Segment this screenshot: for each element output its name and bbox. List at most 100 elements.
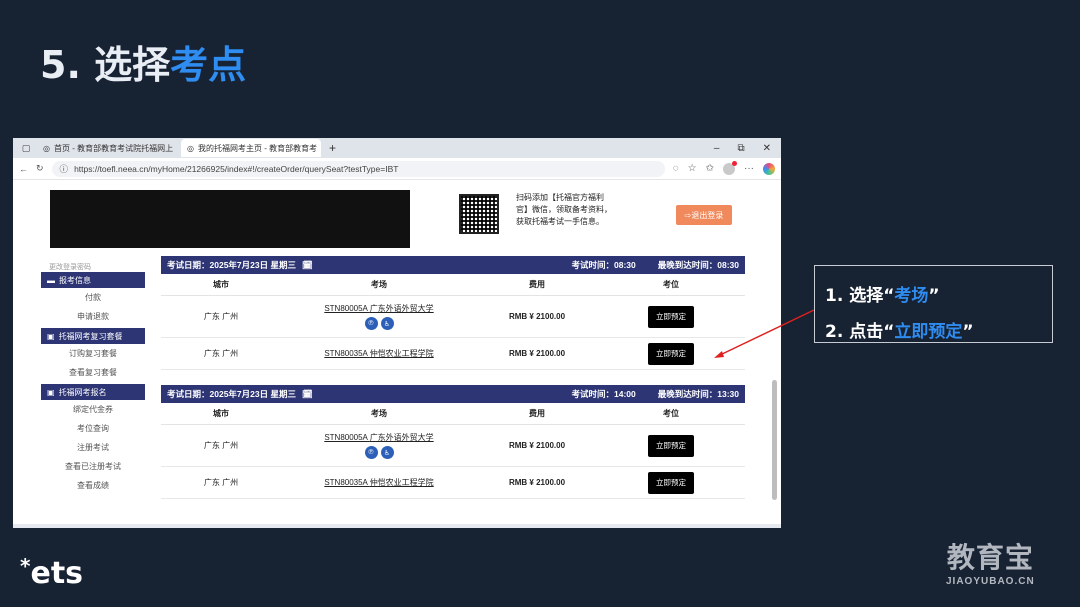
- info-badge-icon: ℗: [364, 446, 378, 459]
- table-row: 广东 广州 STN80035A 仲恺农业工程学院 RMB ¥ 2100.00 立…: [161, 467, 745, 499]
- table-header: 城市 考场 费用 考位: [161, 274, 745, 296]
- book-now-button[interactable]: 立即预定: [648, 342, 694, 365]
- favorites-icon[interactable]: ✩: [706, 163, 714, 174]
- back-icon[interactable]: ←: [19, 164, 28, 174]
- sidebar-item-pay[interactable]: 付款: [41, 288, 145, 307]
- exam-time: 14:00: [613, 389, 636, 399]
- logout-label: 退出登录: [691, 210, 724, 220]
- site-info-icon[interactable]: ⓘ: [60, 163, 69, 175]
- sidebar-section-review-package[interactable]: ▣ 托福网考复习套餐: [41, 328, 145, 344]
- step-1-suffix: ”: [928, 286, 940, 306]
- arrive-time: 13:30: [717, 389, 739, 399]
- copilot-icon[interactable]: [763, 162, 775, 175]
- sidebar-section-title: 报考信息: [59, 275, 91, 285]
- sidebar-item-scores[interactable]: 查看成绩: [41, 476, 145, 495]
- column-header-city: 城市: [213, 280, 229, 289]
- restore-icon[interactable]: ⧉: [737, 143, 744, 154]
- tab-bar: ▢ ◎ 首页 - 教育部教育考试院托福网上 ✕ ◎ 我的托福网考主页 - 教育部…: [13, 138, 781, 158]
- column-header-fee: 费用: [529, 280, 545, 289]
- center-code: STN80035A: [324, 478, 368, 487]
- sidebar-section-exam-info[interactable]: ▬ 报考信息: [41, 272, 145, 288]
- annotation-arrow: [714, 309, 815, 358]
- sidebar-item-seat-query[interactable]: 考位查询: [41, 419, 145, 438]
- column-header-center: 考场: [371, 409, 387, 418]
- sidebar-item-view-registered[interactable]: 查看已注册考试: [41, 457, 145, 476]
- browser-window: ▢ ◎ 首页 - 教育部教育考试院托福网上 ✕ ◎ 我的托福网考主页 - 教育部…: [13, 138, 781, 528]
- sidebar-section-title: 托福网考复习套餐: [58, 331, 123, 341]
- reader-icon[interactable]: ◌: [673, 163, 679, 174]
- more-menu-icon[interactable]: ···: [744, 163, 754, 174]
- accessible-icon: ♿: [380, 317, 394, 330]
- center-link[interactable]: STN80035A 仲恺农业工程学院: [281, 477, 477, 488]
- center-link[interactable]: STN80005A 广东外语外贸大学: [281, 303, 477, 314]
- slide-title-prefix: 5. 选择: [40, 43, 171, 87]
- book-now-button[interactable]: 立即预定: [648, 434, 694, 457]
- center-name: 广东外语外贸大学: [369, 433, 434, 442]
- center-cell: STN80005A 广东外语外贸大学 ℗ ♿: [281, 432, 477, 459]
- menu-icon: ▬: [47, 275, 55, 285]
- book-now-button[interactable]: 立即预定: [648, 471, 694, 494]
- logout-button[interactable]: ⇨ 退出登录: [676, 205, 732, 225]
- center-code: STN80005A: [324, 433, 368, 442]
- exam-session-2: 考试日期： 2025年7月23日 星期三 🗓 考试时间：14:00 最晚到达时间…: [161, 385, 745, 499]
- step-1-highlight: 考场: [894, 286, 929, 306]
- table-row: 广东 广州 STN80005A 广东外语外贸大学 ℗ ♿ RMB ¥ 2100.0…: [161, 296, 745, 338]
- minimize-icon[interactable]: –: [714, 143, 720, 154]
- sidebar-faded-item: 更改登录密码: [49, 264, 91, 270]
- jiaoyubao-logo: 教育宝 JIAOYUBAO.CN: [946, 536, 1035, 587]
- profile-avatar-icon[interactable]: [723, 160, 737, 175]
- step-2-highlight: 立即预定: [894, 322, 963, 342]
- promo-text: 扫码添加【托福官方福利官】微信，领取备考资料，获取托福考试一手信息。: [516, 193, 612, 226]
- slide-title: 5. 选择考点: [40, 34, 246, 89]
- step-1-prefix: 1. 选择“: [825, 286, 895, 306]
- exam-time-label: 考试时间：: [571, 260, 614, 270]
- url-text: https://toefl.neea.cn/myHome/21266925/in…: [74, 163, 399, 174]
- center-link[interactable]: STN80005A 广东外语外贸大学: [281, 432, 477, 443]
- table-row: 广东 广州 STN80035A 仲恺农业工程学院 RMB ¥ 2100.00 立…: [161, 338, 745, 370]
- center-link[interactable]: STN80035A 仲恺农业工程学院: [281, 348, 477, 359]
- window-controls: – ⧉ ✕: [714, 143, 771, 154]
- sidebar-section-registration[interactable]: ▣ 托福网考报名: [41, 384, 145, 400]
- sidebar-item-view-package[interactable]: 查看复习套餐: [41, 363, 145, 382]
- column-header-seat: 考位: [663, 280, 679, 289]
- sidebar-item-buy-package[interactable]: 订购复习套餐: [41, 344, 145, 363]
- fee-cell: RMB ¥ 2100.00: [508, 478, 566, 487]
- sidebar-item-voucher[interactable]: 绑定代金券: [41, 400, 145, 419]
- tab-actions-icon[interactable]: ▢: [19, 141, 33, 155]
- step-2-suffix: ”: [962, 322, 974, 342]
- tab-my-home[interactable]: ◎ 我的托福网考主页 - 教育部教育考 ✕: [181, 139, 321, 157]
- book-icon: ▣: [47, 387, 55, 397]
- book-now-button[interactable]: 立即预定: [648, 305, 694, 328]
- close-window-icon[interactable]: ✕: [763, 143, 771, 154]
- accessible-icon: ♿: [380, 446, 394, 459]
- new-tab-icon[interactable]: +: [329, 141, 336, 155]
- sidebar-item-register[interactable]: 注册考试: [41, 438, 145, 457]
- exam-session-1: 考试日期： 2025年7月23日 星期三 🗓 考试时间：08:30 最晚到达时间…: [161, 256, 745, 370]
- jiaoyubao-en-text: JIAOYUBAO.CN: [946, 576, 1035, 587]
- refresh-icon[interactable]: ↻: [36, 163, 44, 174]
- asterisk-icon: *: [20, 554, 31, 578]
- center-cell: STN80005A 广东外语外贸大学 ℗ ♿: [281, 303, 477, 330]
- arrive-time: 08:30: [717, 260, 739, 270]
- center-code: STN80035A: [324, 349, 368, 358]
- center-code: STN80005A: [324, 304, 368, 313]
- url-field[interactable]: ⓘ https://toefl.neea.cn/myHome/21266925/…: [51, 160, 665, 177]
- fee-cell: RMB ¥ 2100.00: [508, 441, 566, 450]
- book-icon: ▣: [47, 331, 55, 341]
- center-name: 广东外语外贸大学: [369, 304, 434, 313]
- page-bottom-strip: [13, 524, 781, 528]
- address-bar: ← ↻ ⓘ https://toefl.neea.cn/myHome/21266…: [13, 158, 781, 180]
- city-cell: 广东 广州: [203, 312, 239, 321]
- page-scrollbar[interactable]: [772, 380, 777, 500]
- info-badge-icon: ℗: [364, 317, 378, 330]
- sidebar-item-refund[interactable]: 申请退款: [41, 307, 145, 326]
- favorite-star-icon[interactable]: ☆: [688, 163, 697, 174]
- sidebar-section-title: 托福网考报名: [58, 387, 107, 397]
- qr-code-image: [459, 194, 499, 234]
- table-header: 城市 考场 费用 考位: [161, 403, 745, 425]
- exam-header: 考试日期： 2025年7月23日 星期三 🗓 考试时间：14:00 最晚到达时间…: [161, 385, 745, 403]
- jiaoyubao-cn-text: 教育宝: [946, 542, 1034, 573]
- city-cell: 广东 广州: [203, 441, 239, 450]
- annotation-step-1: 1. 选择“考场”: [825, 278, 1042, 314]
- tab-home[interactable]: ◎ 首页 - 教育部教育考试院托福网上 ✕: [37, 139, 177, 157]
